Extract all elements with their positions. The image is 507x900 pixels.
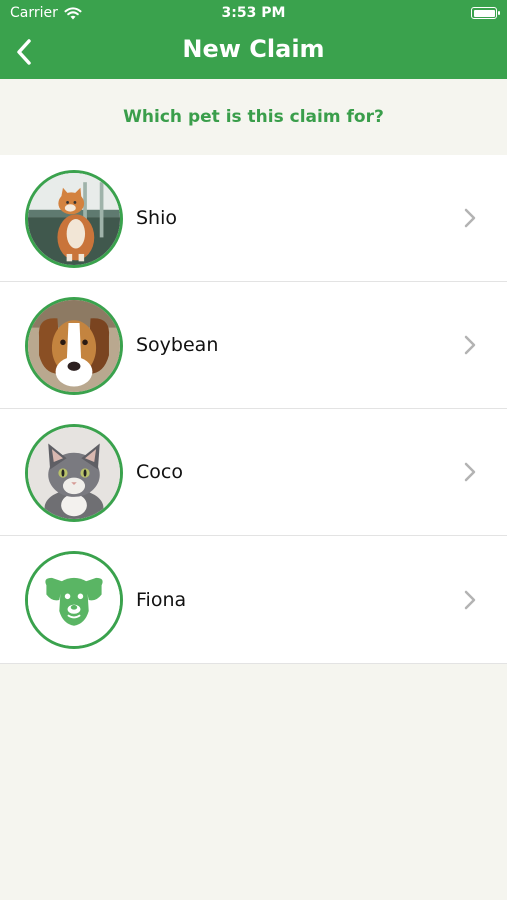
pet-photo-fiona — [25, 551, 123, 649]
pet-photo-shio — [25, 170, 123, 268]
chevron-right-icon — [464, 335, 476, 355]
status-time: 3:53 PM — [221, 5, 286, 21]
pet-name: Shio — [136, 207, 178, 229]
pet-row-coco[interactable]: Coco — [0, 409, 507, 536]
pet-photo-coco — [25, 424, 123, 522]
dog-placeholder-icon — [28, 554, 120, 646]
pet-row-soybean[interactable]: Soybean — [0, 282, 507, 409]
pet-photo-soybean — [25, 297, 123, 395]
status-bar: Carrier 3:53 PM — [0, 0, 507, 28]
header-bar: Carrier 3:53 PM New Claim — [0, 0, 507, 79]
chevron-right-icon — [464, 462, 476, 482]
claim-prompt: Which pet is this claim for? — [123, 107, 384, 127]
kitten-gray-photo — [28, 427, 120, 519]
pet-name: Coco — [136, 461, 183, 483]
chevron-right-icon — [464, 590, 476, 609]
pet-list: Shio Soybean Coco Fiona — [0, 155, 507, 664]
pet-row-shio[interactable]: Shio — [0, 155, 507, 282]
cat-orange-photo — [28, 173, 120, 265]
pet-name: Fiona — [136, 588, 187, 611]
chevron-right-icon — [464, 208, 476, 228]
battery-icon — [471, 7, 500, 19]
pet-row-fiona[interactable]: Fiona — [0, 536, 507, 664]
pet-name: Soybean — [136, 334, 219, 356]
beagle-photo — [28, 300, 120, 392]
page-title: New Claim — [182, 35, 325, 63]
